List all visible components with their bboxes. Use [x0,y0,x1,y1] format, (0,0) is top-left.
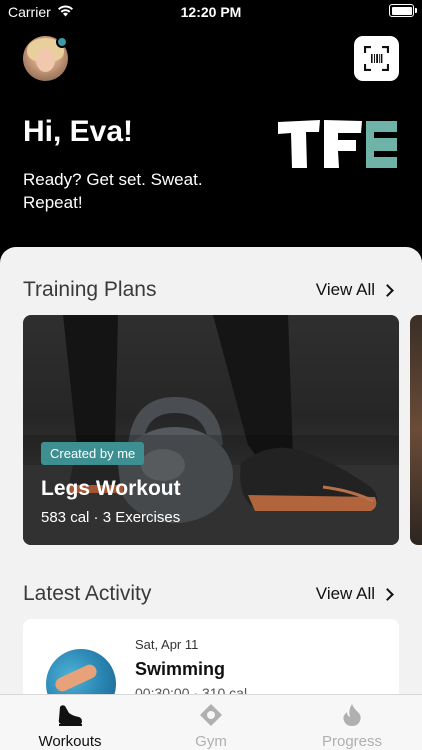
chevron-right-icon [381,588,394,601]
shoe-icon [58,705,82,726]
view-all-label: View All [315,584,375,603]
online-status-dot [56,36,68,48]
tab-progress[interactable]: Progress [282,695,422,750]
plan-meta: 583 cal · 3 Exercises [41,509,181,526]
created-by-me-badge: Created by me [41,442,145,465]
tfe-logo [278,120,397,168]
status-bar: Carrier 12:20 PM [0,0,422,24]
training-plans-view-all-link[interactable]: View All [315,280,394,300]
plan-title: Legs Workout [41,477,181,500]
tab-bar: Workouts Gym Progress [0,694,422,750]
next-training-plan-card[interactable] [410,315,422,545]
location-icon [200,704,222,726]
training-plans-title: Training Plans [23,278,157,301]
latest-activity-view-all-link[interactable]: View All [315,584,394,604]
content-sheet: Training Plans View All Created by me Le… [0,247,422,750]
barcode-scan-icon [364,46,389,71]
flame-icon [343,704,361,726]
battery-icon [389,4,417,17]
tab-gym[interactable]: Gym [141,695,281,750]
view-all-label: View All [315,280,375,299]
greeting-heading: Hi, Eva! [23,115,134,148]
training-plan-card[interactable]: Created by me Legs Workout 583 cal · 3 E… [23,315,399,545]
tagline: Ready? Get set. Sweat. Repeat! [23,170,203,212]
latest-activity-title: Latest Activity [23,582,152,605]
tab-workouts[interactable]: Workouts [0,695,140,750]
activity-title: Swimming [135,659,226,679]
activity-date: Sat, Apr 11 [135,637,199,652]
chevron-right-icon [381,284,394,297]
tab-label: Progress [321,733,383,750]
clock: 12:20 PM [180,4,242,20]
scan-button[interactable] [354,36,399,81]
tab-label: Gym [195,733,227,750]
tab-label: Workouts [38,733,102,750]
